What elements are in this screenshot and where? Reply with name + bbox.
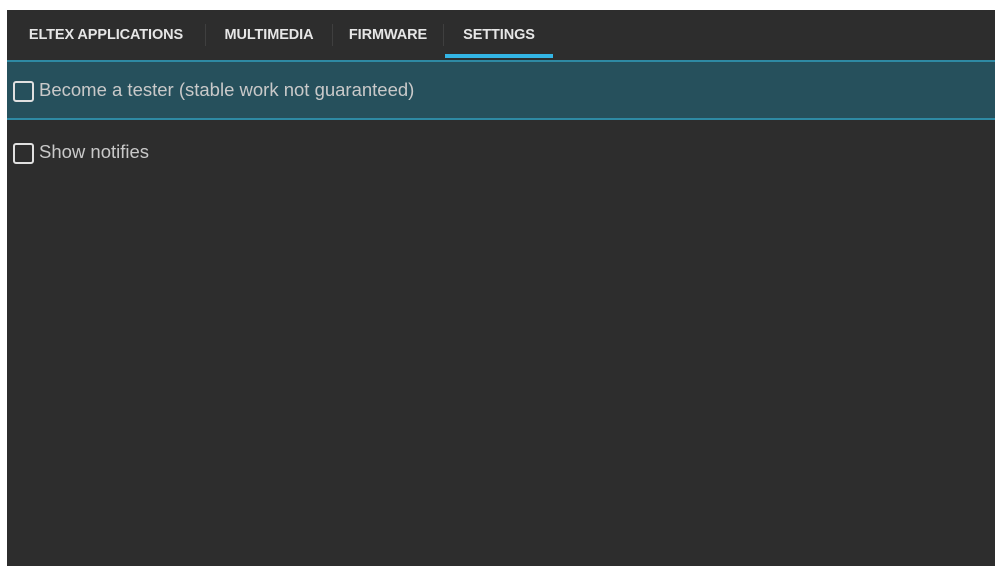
tab-settings[interactable]: SETTINGS (445, 10, 553, 58)
checkbox-unchecked-icon[interactable] (13, 143, 34, 164)
setting-label-show-notifies: Show notifies (39, 141, 150, 162)
tab-settings-label: SETTINGS (463, 27, 535, 43)
setting-label-become-tester: Become a tester (stable work not guarant… (39, 79, 415, 100)
setting-row-become-tester[interactable]: Become a tester (stable work not guarant… (7, 60, 995, 120)
tab-divider (443, 24, 444, 46)
tab-firmware[interactable]: FIRMWARE (333, 10, 443, 58)
setting-row-show-notifies[interactable]: Show notifies (7, 124, 995, 184)
tab-bar: ELTEX APPLICATIONS MULTIMEDIA FIRMWARE S… (7, 10, 995, 58)
active-tab-indicator (445, 54, 553, 58)
screen: ELTEX APPLICATIONS MULTIMEDIA FIRMWARE S… (7, 10, 995, 566)
checkbox-unchecked-icon[interactable] (13, 81, 34, 102)
tab-eltex-applications[interactable]: ELTEX APPLICATIONS (7, 10, 205, 58)
tab-multimedia[interactable]: MULTIMEDIA (206, 10, 332, 58)
